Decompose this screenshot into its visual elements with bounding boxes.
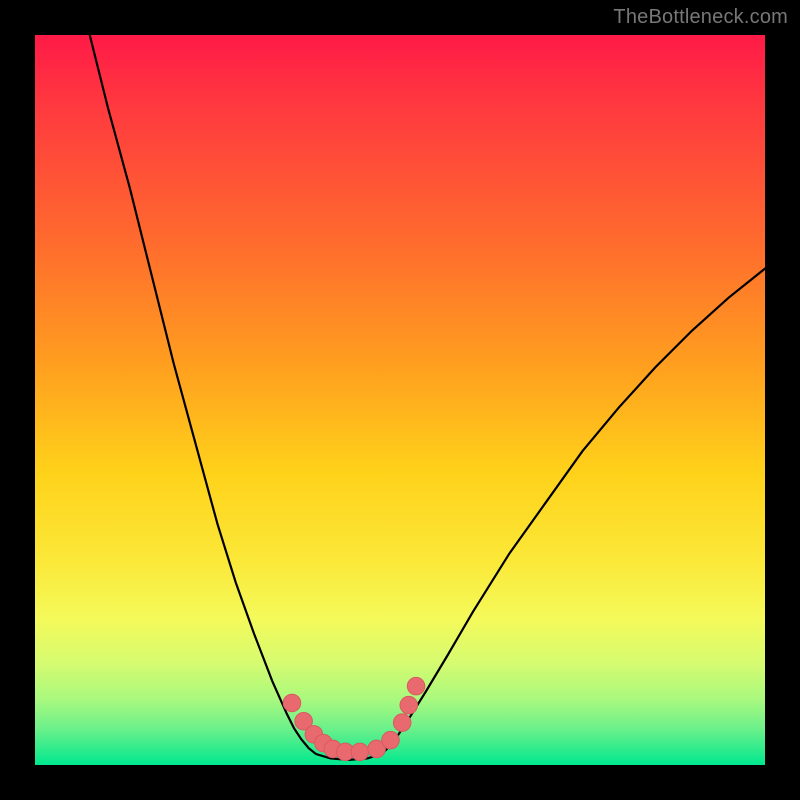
curve-marker	[382, 731, 400, 749]
curve-marker	[407, 677, 425, 695]
chart-frame: TheBottleneck.com	[0, 0, 800, 800]
curve-marker	[351, 743, 369, 761]
curve-markers	[283, 677, 425, 760]
curve-marker	[393, 714, 411, 732]
plot-area	[35, 35, 765, 765]
watermark-label: TheBottleneck.com	[613, 6, 788, 29]
bottleneck-curve	[35, 35, 765, 765]
curve-marker	[400, 696, 418, 714]
curve-marker	[283, 694, 301, 712]
curve-path	[90, 35, 765, 760]
